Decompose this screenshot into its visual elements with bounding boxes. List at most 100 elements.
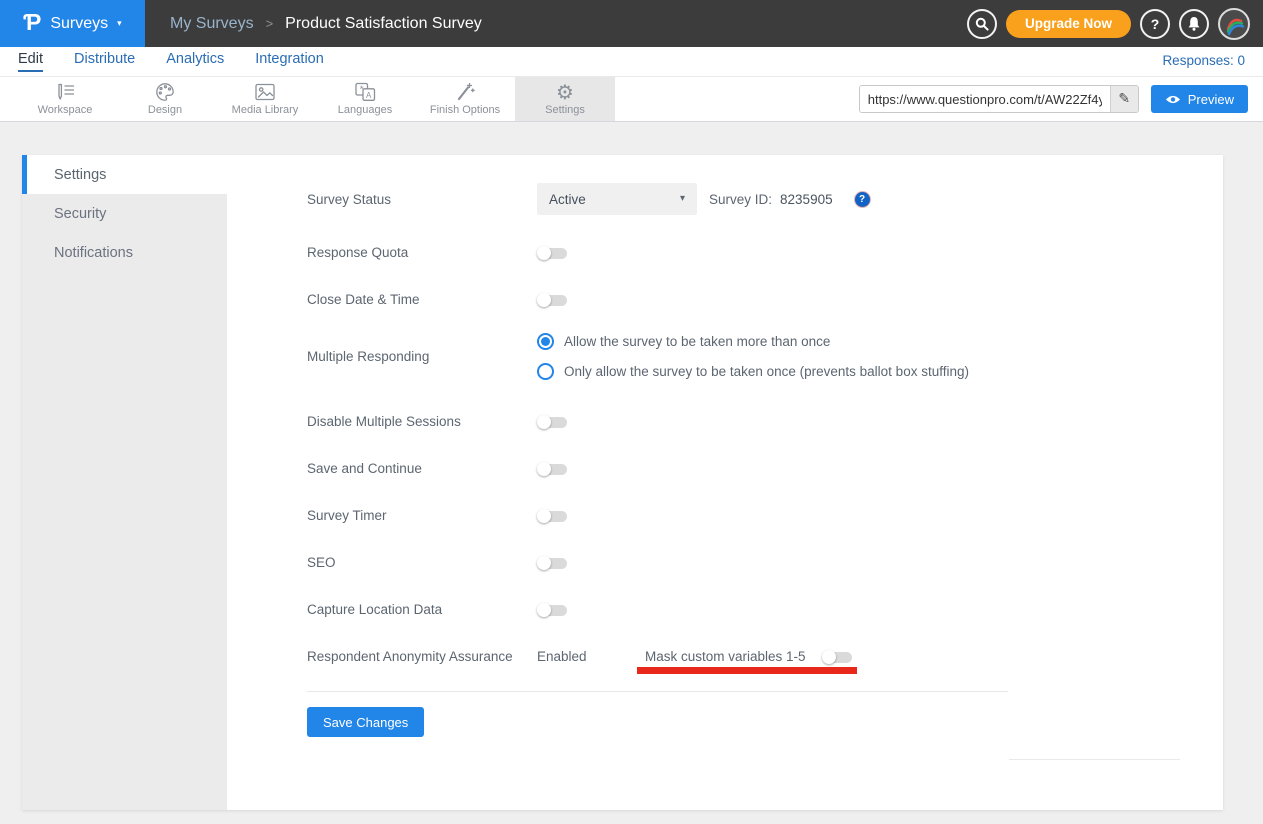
preview-button[interactable]: Preview <box>1151 85 1248 113</box>
survey-id-value: 8235905 <box>780 192 833 207</box>
survey-nav-tabs: Edit Distribute Analytics Integration <box>18 51 324 72</box>
breadcrumb-separator-icon: > <box>266 16 274 31</box>
close-date-toggle[interactable] <box>537 293 567 307</box>
breadcrumb-my-surveys[interactable]: My Surveys <box>170 15 254 33</box>
radio-unselected-icon <box>537 363 554 380</box>
survey-url-group: ✎ <box>859 85 1139 113</box>
tab-design[interactable]: Design <box>115 77 215 121</box>
response-quota-label: Response Quota <box>307 245 537 260</box>
notifications-button[interactable] <box>1179 9 1209 39</box>
radio-option-multiple[interactable]: Allow the survey to be taken more than o… <box>537 333 969 350</box>
anonymity-row: Respondent Anonymity Assurance Enabled M… <box>307 649 1223 664</box>
survey-url-input[interactable] <box>860 86 1110 112</box>
workspace-icon <box>54 82 76 102</box>
tab-integration[interactable]: Integration <box>255 51 324 72</box>
breadcrumb-survey-title: Product Satisfaction Survey <box>285 15 482 33</box>
radio-option-label: Only allow the survey to be taken once (… <box>564 364 969 379</box>
survey-id-label: Survey ID: <box>709 192 772 207</box>
edit-url-button[interactable]: ✎ <box>1110 86 1138 112</box>
toolbar-right: ✎ Preview <box>859 77 1263 121</box>
search-icon <box>975 17 989 31</box>
help-button[interactable]: ? <box>1140 9 1170 39</box>
save-continue-toggle[interactable] <box>537 462 567 476</box>
tab-media-library[interactable]: Media Library <box>215 77 315 121</box>
form-divider <box>307 691 1008 692</box>
disable-sessions-row: Disable Multiple Sessions <box>307 414 1223 429</box>
app-logo-menu[interactable]: Ƥ Surveys ▾ <box>0 0 145 47</box>
questionpro-logo-icon: Ƥ <box>23 11 41 34</box>
search-button[interactable] <box>967 9 997 39</box>
tab-finish-options[interactable]: Finish Options <box>415 77 515 121</box>
sidebar-item-settings[interactable]: Settings <box>22 155 227 194</box>
response-quota-row: Response Quota <box>307 245 1223 260</box>
tab-label: Settings <box>545 104 585 116</box>
response-quota-toggle[interactable] <box>537 246 567 260</box>
help-icon[interactable]: ? <box>855 192 870 207</box>
save-continue-row: Save and Continue <box>307 461 1223 476</box>
topbar-actions: Upgrade Now ? <box>967 8 1263 40</box>
multiple-responding-row: Multiple Responding Allow the survey to … <box>307 333 1223 380</box>
tab-label: Finish Options <box>430 104 500 116</box>
survey-timer-label: Survey Timer <box>307 508 537 523</box>
pencil-icon: ✎ <box>1118 91 1130 107</box>
close-date-label: Close Date & Time <box>307 292 537 307</box>
tab-distribute[interactable]: Distribute <box>74 51 135 72</box>
settings-sidebar: Settings Security Notifications <box>22 155 227 810</box>
gear-icon: ⚙ <box>556 82 574 102</box>
responses-count[interactable]: Responses: 0 <box>1162 51 1245 68</box>
question-mark-icon: ? <box>1151 16 1160 32</box>
preview-label: Preview <box>1188 92 1234 107</box>
survey-status-value: Active <box>549 192 586 207</box>
survey-timer-row: Survey Timer <box>307 508 1223 523</box>
avatar-logo-icon <box>1220 10 1248 38</box>
settings-form: Survey Status Active ▾ Survey ID: 823590… <box>227 155 1223 810</box>
chevron-down-icon: ▾ <box>680 194 685 204</box>
capture-location-row: Capture Location Data <box>307 602 1223 617</box>
tab-analytics[interactable]: Analytics <box>166 51 224 72</box>
user-avatar[interactable] <box>1218 8 1250 40</box>
chevron-down-icon: ▾ <box>117 19 122 28</box>
close-date-row: Close Date & Time <box>307 292 1223 307</box>
save-changes-button[interactable]: Save Changes <box>307 707 424 737</box>
tab-label: Media Library <box>232 104 299 116</box>
radio-selected-icon <box>537 333 554 350</box>
tab-languages[interactable]: *A Languages <box>315 77 415 121</box>
mask-variables-label: Mask custom variables 1-5 <box>645 649 822 664</box>
tab-settings[interactable]: ⚙ Settings <box>515 77 615 121</box>
survey-status-select[interactable]: Active ▾ <box>537 183 697 215</box>
multiple-responding-label: Multiple Responding <box>307 349 537 364</box>
seo-label: SEO <box>307 555 537 570</box>
seo-row: SEO <box>307 555 1223 570</box>
settings-card: Settings Security Notifications Survey S… <box>22 155 1223 810</box>
eye-icon <box>1165 94 1181 105</box>
sidebar-item-security[interactable]: Security <box>22 194 227 233</box>
anonymity-status: Enabled <box>537 649 645 664</box>
tab-workspace[interactable]: Workspace <box>15 77 115 121</box>
product-name: Surveys <box>50 15 108 33</box>
edit-toolbar: Workspace Design Media Library *A Langua… <box>0 77 1263 122</box>
anonymity-label: Respondent Anonymity Assurance <box>307 649 537 664</box>
red-annotation-underline <box>637 667 857 674</box>
capture-location-toggle[interactable] <box>537 603 567 617</box>
tab-edit[interactable]: Edit <box>18 51 43 72</box>
disable-sessions-toggle[interactable] <box>537 415 567 429</box>
survey-timer-toggle[interactable] <box>537 509 567 523</box>
tab-label: Workspace <box>38 104 93 116</box>
upgrade-now-button[interactable]: Upgrade Now <box>1006 10 1131 38</box>
tab-label: Languages <box>338 104 392 116</box>
seo-toggle[interactable] <box>537 556 567 570</box>
magic-wand-icon <box>455 82 475 102</box>
survey-status-label: Survey Status <box>307 192 537 207</box>
survey-nav: Edit Distribute Analytics Integration Re… <box>0 47 1263 77</box>
mask-variables-toggle[interactable] <box>822 650 852 664</box>
topbar: Ƥ Surveys ▾ My Surveys > Product Satisfa… <box>0 0 1263 47</box>
radio-option-once[interactable]: Only allow the survey to be taken once (… <box>537 363 969 380</box>
sidebar-item-notifications[interactable]: Notifications <box>22 233 227 272</box>
secondary-divider <box>1009 759 1180 760</box>
multiple-responding-options: Allow the survey to be taken more than o… <box>537 333 969 380</box>
translate-icon: *A <box>354 82 376 102</box>
capture-location-label: Capture Location Data <box>307 602 537 617</box>
svg-text:A: A <box>366 91 372 100</box>
radio-option-label: Allow the survey to be taken more than o… <box>564 334 830 349</box>
breadcrumb: My Surveys > Product Satisfaction Survey <box>170 15 482 33</box>
